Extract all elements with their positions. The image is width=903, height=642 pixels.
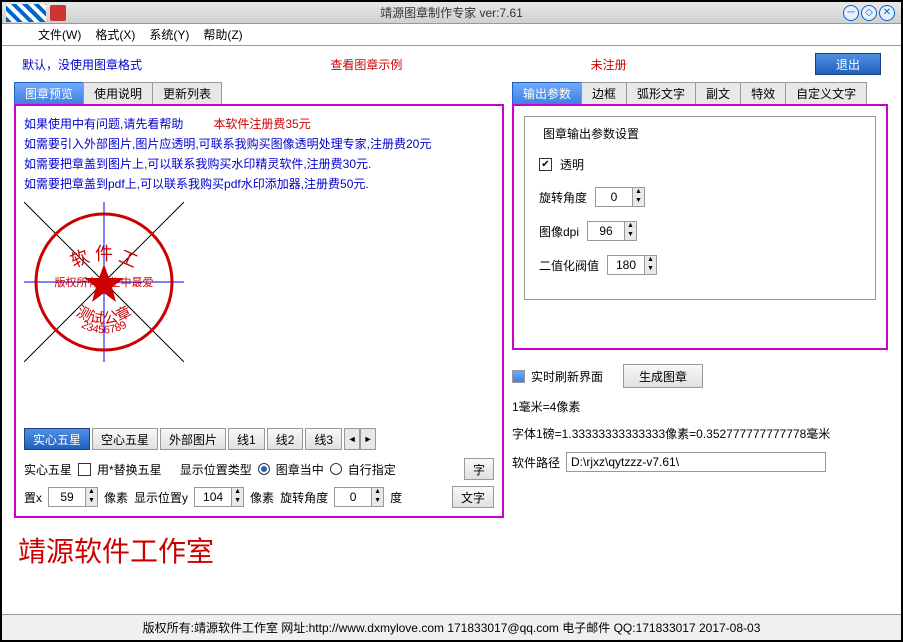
replace-star-checkbox[interactable] bbox=[78, 463, 91, 476]
font-info: 字体1磅=1.33333333333333像素=0.35277777777777… bbox=[512, 425, 888, 442]
stamp-preview: 软 件 工 版权所有★生中最爱 测试公章 23456789 bbox=[24, 202, 184, 362]
studio-label: 靖源软件工作室 bbox=[2, 518, 901, 582]
output-rotation-spinner[interactable]: ▲▼ bbox=[595, 187, 645, 207]
titlebar: 靖源图章制作专家 ver:7.61 ─ ◇ ✕ bbox=[2, 2, 901, 24]
transparent-checkbox[interactable]: ✔ bbox=[539, 158, 552, 171]
shape-tab-row: 实心五星 空心五星 外部图片 线1 线2 线3 ◄ ► bbox=[24, 428, 494, 450]
tab-effects[interactable]: 特效 bbox=[740, 82, 786, 104]
view-sample-link[interactable]: 查看图章示例 bbox=[330, 56, 402, 73]
window-title: 靖源图章制作专家 ver:7.61 bbox=[380, 4, 523, 21]
tab-hollow-star[interactable]: 空心五星 bbox=[92, 428, 158, 450]
software-path-input[interactable] bbox=[566, 452, 826, 472]
generate-button[interactable]: 生成图章 bbox=[623, 364, 703, 388]
tab-custom-text[interactable]: 自定义文字 bbox=[785, 82, 867, 104]
mm-px-info: 1毫米=4像素 bbox=[512, 398, 888, 415]
tab-subtext[interactable]: 副文 bbox=[695, 82, 741, 104]
exit-button[interactable]: 退出 bbox=[815, 53, 881, 75]
scroll-left-icon[interactable]: ◄ bbox=[344, 428, 360, 450]
tab-border[interactable]: 边框 bbox=[581, 82, 627, 104]
app-window: 靖源图章制作专家 ver:7.61 ─ ◇ ✕ 文件(W) 格式(X) 系统(Y… bbox=[0, 0, 903, 642]
tab-external-image[interactable]: 外部图片 bbox=[160, 428, 226, 450]
menubar: 文件(W) 格式(X) 系统(Y) 帮助(Z) bbox=[2, 24, 901, 46]
footer: 版权所有:靖源软件工作室 网址:http://www.dxmylove.com … bbox=[2, 614, 901, 640]
realtime-refresh-checkbox[interactable] bbox=[512, 370, 525, 383]
tab-line2[interactable]: 线2 bbox=[267, 428, 304, 450]
right-tabs: 输出参数 边框 弧形文字 副文 特效 自定义文字 bbox=[512, 82, 888, 104]
help-text: 如果使用中有问题,请先看帮助 本软件注册费35元 如需要引入外部图片,图片应透明… bbox=[24, 114, 494, 194]
minimize-button[interactable]: ─ bbox=[843, 5, 859, 21]
top-row: 默认，没使用图章格式 查看图章示例 未注册 退出 bbox=[2, 46, 901, 82]
tab-line1[interactable]: 线1 bbox=[228, 428, 265, 450]
tab-arc-text[interactable]: 弧形文字 bbox=[626, 82, 696, 104]
menu-format[interactable]: 格式(X) bbox=[89, 24, 141, 45]
menu-system[interactable]: 系统(Y) bbox=[143, 24, 195, 45]
menu-file[interactable]: 文件(W) bbox=[32, 24, 87, 45]
tab-solid-star[interactable]: 实心五星 bbox=[24, 428, 90, 450]
close-button[interactable]: ✕ bbox=[879, 5, 895, 21]
titlebar-decoration bbox=[6, 4, 46, 22]
tab-line3[interactable]: 线3 bbox=[305, 428, 342, 450]
default-format-label: 默认，没使用图章格式 bbox=[22, 56, 142, 73]
tab-instructions[interactable]: 使用说明 bbox=[83, 82, 153, 104]
app-icon bbox=[50, 5, 66, 21]
dpi-spinner[interactable]: ▲▼ bbox=[587, 221, 637, 241]
tab-output-params[interactable]: 输出参数 bbox=[512, 82, 582, 104]
left-panel: 图章预览 使用说明 更新列表 如果使用中有问题,请先看帮助 本软件注册费35元 … bbox=[14, 82, 504, 518]
text-button[interactable]: 文字 bbox=[452, 486, 494, 508]
solid-star-label: 实心五星 bbox=[24, 461, 72, 478]
pos-y-spinner[interactable]: ▲▼ bbox=[194, 487, 244, 507]
output-params-group: 图章输出参数设置 ✔ 透明 旋转角度 ▲▼ 图像dpi ▲▼ 二值化阀值 bbox=[524, 116, 876, 300]
radio-custom[interactable] bbox=[330, 463, 342, 475]
threshold-spinner[interactable]: ▲▼ bbox=[607, 255, 657, 275]
tab-preview[interactable]: 图章预览 bbox=[14, 82, 84, 104]
rotation-spinner[interactable]: ▲▼ bbox=[334, 487, 384, 507]
radio-center[interactable] bbox=[258, 463, 270, 475]
menu-help[interactable]: 帮助(Z) bbox=[197, 24, 248, 45]
left-tabs: 图章预览 使用说明 更新列表 bbox=[14, 82, 504, 104]
pos-x-spinner[interactable]: ▲▼ bbox=[48, 487, 98, 507]
right-panel: 输出参数 边框 弧形文字 副文 特效 自定义文字 图章输出参数设置 ✔ 透明 旋… bbox=[512, 82, 888, 518]
tab-updates[interactable]: 更新列表 bbox=[152, 82, 222, 104]
maximize-button[interactable]: ◇ bbox=[861, 5, 877, 21]
unregistered-label: 未注册 bbox=[591, 56, 627, 73]
font-button[interactable]: 字 bbox=[464, 458, 494, 480]
scroll-right-icon[interactable]: ► bbox=[360, 428, 376, 450]
